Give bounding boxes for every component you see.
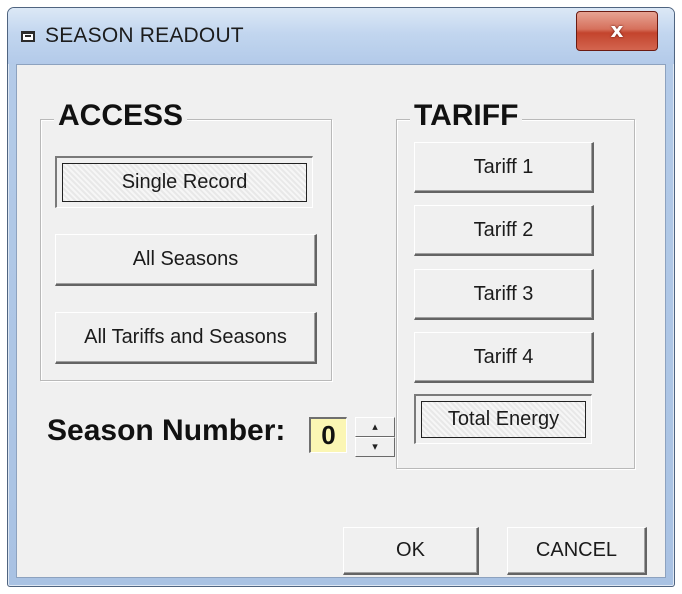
single-record-focus: Single Record <box>62 163 307 202</box>
tariff-3-button[interactable]: Tariff 3 <box>414 269 594 320</box>
total-energy-button[interactable]: Total Energy <box>414 394 592 444</box>
ok-label: OK <box>396 539 425 561</box>
tariff-4-button[interactable]: Tariff 4 <box>414 332 594 383</box>
chevron-up-icon: ▴ <box>372 421 378 433</box>
close-button[interactable]: x <box>576 11 658 51</box>
total-energy-focus: Total Energy <box>421 401 586 438</box>
season-number-field[interactable]: 0 <box>309 417 347 453</box>
spin-down-button[interactable]: ▾ <box>355 437 395 457</box>
tariff-3-label: Tariff 3 <box>473 282 534 305</box>
total-energy-label: Total Energy <box>447 408 560 430</box>
dialog-client-area: ACCESS Single Record All Seasons All Tar… <box>16 64 666 578</box>
all-tariffs-and-seasons-button[interactable]: All Tariffs and Seasons <box>55 312 317 364</box>
all-seasons-button[interactable]: All Seasons <box>55 234 317 286</box>
season-number-label: Season Number: <box>47 414 286 447</box>
single-record-button[interactable]: Single Record <box>55 156 313 208</box>
close-icon: x <box>610 18 624 42</box>
chevron-down-icon: ▾ <box>372 441 378 453</box>
spin-up-button[interactable]: ▴ <box>355 417 395 437</box>
tariff-1-label: Tariff 1 <box>473 155 534 178</box>
tariff-groupbox: TARIFF Tariff 1 Tariff 2 Tariff 3 Tariff… <box>396 98 635 469</box>
cancel-button[interactable]: CANCEL <box>507 527 647 575</box>
all-seasons-label: All Seasons <box>132 248 239 270</box>
all-tariffs-and-seasons-label: All Tariffs and Seasons <box>84 326 287 348</box>
tariff-2-button[interactable]: Tariff 2 <box>414 205 594 256</box>
access-group-title: ACCESS <box>54 98 188 134</box>
cancel-label: CANCEL <box>535 539 618 561</box>
window-title: SEASON READOUT <box>45 24 244 47</box>
season-number-spinner: ▴ ▾ <box>355 417 395 457</box>
title-bar[interactable]: SEASON READOUT x <box>8 8 674 64</box>
window-app-icon <box>21 31 35 42</box>
tariff-2-label: Tariff 2 <box>473 218 534 241</box>
tariff-4-label: Tariff 4 <box>473 345 534 368</box>
tariff-1-button[interactable]: Tariff 1 <box>414 142 594 193</box>
ok-button[interactable]: OK <box>343 527 479 575</box>
single-record-label: Single Record <box>121 171 248 193</box>
season-readout-window: SEASON READOUT x ACCESS Single Record Al… <box>7 7 675 587</box>
tariff-group-title: TARIFF <box>410 98 523 134</box>
access-groupbox: ACCESS Single Record All Seasons All Tar… <box>40 98 332 381</box>
